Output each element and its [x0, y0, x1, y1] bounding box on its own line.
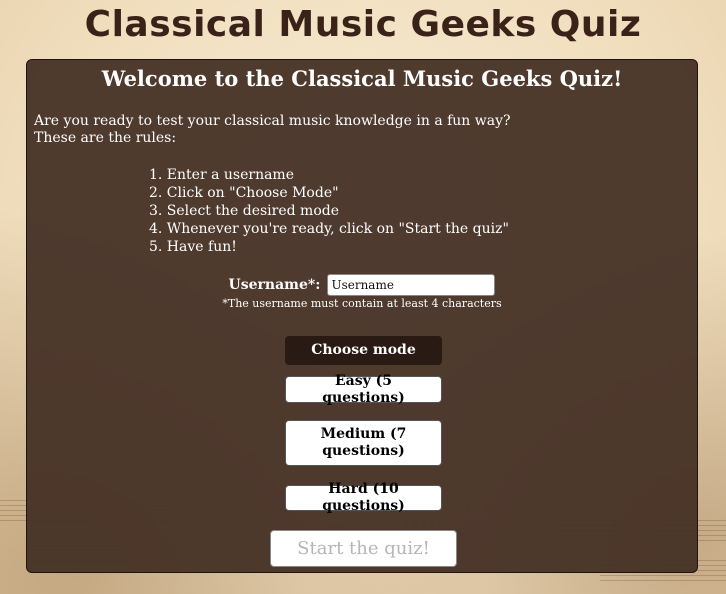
rule-item: 1. Enter a username [149, 167, 294, 183]
username-input[interactable] [327, 274, 496, 296]
username-row: Username*: [27, 274, 697, 296]
rule-item: 3. Select the desired mode [149, 203, 339, 219]
hard-mode-button[interactable]: Hard (10 questions) [285, 481, 442, 514]
intro-line: These are the rules: [34, 130, 177, 146]
page-title: Classical Music Geeks Quiz [84, 4, 642, 45]
rule-item: 5. Have fun! [149, 239, 237, 255]
welcome-heading: Welcome to the Classical Music Geeks Qui… [101, 66, 623, 91]
start-quiz-button[interactable]: Start the quiz! [270, 530, 457, 567]
medium-mode-button[interactable]: Medium (7 questions) [285, 420, 442, 466]
username-label: Username*: [228, 277, 321, 293]
choose-mode-button[interactable]: Choose mode [285, 336, 442, 365]
intro-line: Are you ready to test your classical mus… [34, 113, 511, 129]
easy-mode-button[interactable]: Easy (5 questions) [285, 373, 442, 406]
rule-item: 4. Whenever you're ready, click on "Star… [149, 221, 509, 237]
rule-item: 2. Click on "Choose Mode" [149, 185, 339, 201]
intro-text: Are you ready to test your classical mus… [34, 113, 511, 147]
quiz-intro-panel: Welcome to the Classical Music Geeks Qui… [26, 59, 698, 573]
rules-list: 1. Enter a username 2. Click on "Choose … [149, 166, 509, 256]
username-hint: *The username must contain at least 4 ch… [222, 297, 502, 310]
